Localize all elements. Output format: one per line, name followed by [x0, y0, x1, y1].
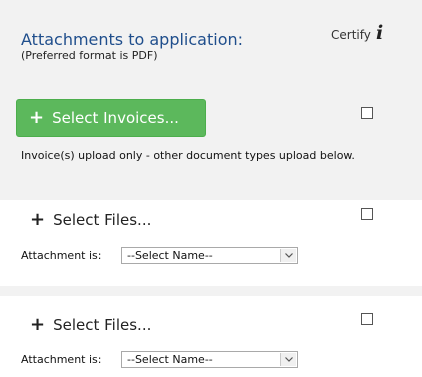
attachment-is-label: Attachment is:: [21, 353, 102, 366]
certify-invoices-checkbox[interactable]: [361, 107, 373, 119]
certify-attachment-1-checkbox[interactable]: [361, 208, 373, 220]
attachment-is-label: Attachment is:: [21, 249, 102, 262]
plus-icon: +: [30, 314, 46, 335]
preferred-format-note: (Preferred format is PDF): [21, 49, 158, 62]
attachments-title: Attachments to application:: [21, 30, 244, 49]
chevron-down-icon[interactable]: [280, 249, 296, 262]
select-files-label: Select Files...: [53, 211, 152, 229]
plus-icon: +: [29, 107, 45, 128]
info-icon[interactable]: i: [376, 24, 383, 43]
invoice-upload-note: Invoice(s) upload only - other document …: [21, 149, 355, 162]
attachment-name-selected: --Select Name--: [127, 249, 213, 262]
section-divider: [0, 190, 422, 200]
select-files-button-2[interactable]: + Select Files...: [30, 314, 152, 335]
attachment-name-select-1[interactable]: --Select Name--: [121, 247, 298, 264]
select-invoices-button[interactable]: + Select Invoices...: [16, 99, 206, 137]
certify-column-label: Certify: [331, 28, 371, 42]
attachment-name-selected: --Select Name--: [127, 353, 213, 366]
section-divider: [0, 286, 422, 296]
plus-icon: +: [30, 209, 46, 230]
attachment-name-select-2[interactable]: --Select Name--: [121, 351, 298, 368]
select-files-button-1[interactable]: + Select Files...: [30, 209, 152, 230]
select-invoices-label: Select Invoices...: [52, 109, 179, 127]
attachments-header: Attachments to application: (Preferred f…: [0, 0, 422, 84]
certify-attachment-2-checkbox[interactable]: [361, 313, 373, 325]
chevron-down-icon[interactable]: [280, 353, 296, 366]
select-files-label: Select Files...: [53, 316, 152, 334]
